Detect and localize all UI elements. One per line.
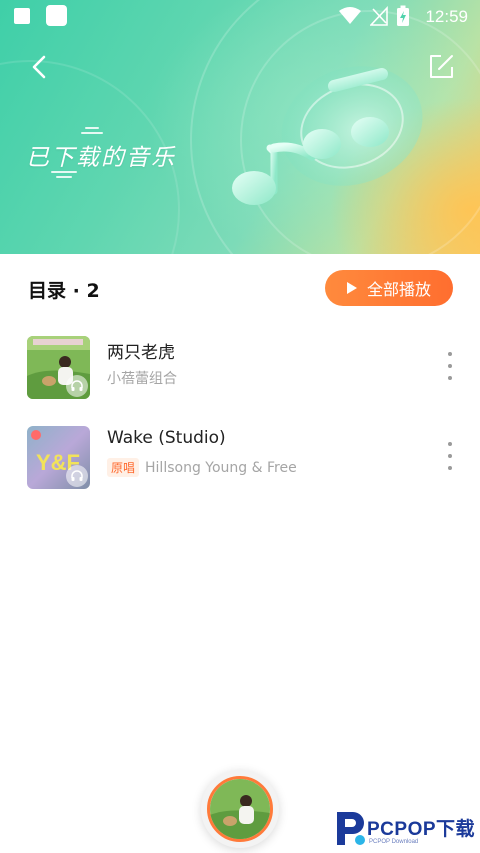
song-subtitle: 原唱 Hillsong Young & Free	[107, 458, 297, 477]
dot-icon	[448, 376, 452, 380]
status-time: 12:59	[425, 7, 468, 26]
directory-count: 目录 · 2	[28, 280, 100, 302]
song-title: 两只老虎	[107, 343, 175, 363]
music-note-illustration	[232, 66, 423, 205]
watermark-subtitle: PCPOP Download	[369, 839, 419, 845]
more-options-button[interactable]	[442, 442, 458, 470]
song-title: Wake (Studio)	[107, 428, 226, 448]
play-icon	[346, 282, 357, 294]
directory-header: 目录 · 2 全部播放	[0, 254, 480, 322]
back-button[interactable]	[22, 50, 56, 84]
signal-icon	[370, 6, 388, 26]
pcpop-logo-icon	[337, 812, 365, 845]
header-banner: 12:59 已下载的音乐	[0, 0, 480, 254]
headphones-icon	[71, 470, 83, 481]
dot-icon	[448, 454, 452, 458]
chevron-left-icon	[32, 55, 46, 79]
album-cover: Y&F	[27, 426, 90, 489]
now-playing-disc[interactable]	[201, 770, 279, 848]
page-title: 已下载的音乐	[26, 145, 176, 171]
status-bar: 12:59	[0, 0, 480, 34]
dot-icon	[448, 352, 452, 356]
now-playing-cover	[207, 776, 273, 842]
more-options-button[interactable]	[442, 352, 458, 380]
original-singer-badge: 原唱	[107, 458, 140, 477]
notification-icon	[14, 8, 30, 24]
play-all-button[interactable]: 全部播放	[325, 270, 453, 306]
song-artist: Hillsong Young & Free	[145, 459, 297, 476]
song-artist: 小蓓蕾组合	[107, 371, 177, 387]
notification-icon	[46, 5, 67, 26]
decor-lines	[80, 124, 104, 137]
play-all-label: 全部播放	[366, 280, 431, 299]
dot-icon	[448, 442, 452, 446]
song-item[interactable]: 两只老虎 小蓓蕾组合	[0, 324, 480, 404]
headphones-icon	[71, 380, 83, 391]
dot-icon	[448, 466, 452, 470]
song-item[interactable]: Y&F Wake (Studio) 原唱 Hillsong Young & Fr…	[0, 414, 480, 494]
watermark-brand: PCPOP下载	[367, 819, 476, 840]
album-cover-image	[210, 779, 270, 839]
offline-badge	[66, 375, 88, 397]
album-cover	[27, 336, 90, 399]
battery-icon	[397, 5, 409, 26]
song-subtitle: 小蓓蕾组合	[107, 368, 177, 388]
dot-icon	[448, 364, 452, 368]
offline-badge	[66, 465, 88, 487]
wifi-icon	[339, 7, 361, 24]
pcpop-watermark: PCPOP下载 PCPOP Download	[333, 808, 478, 852]
